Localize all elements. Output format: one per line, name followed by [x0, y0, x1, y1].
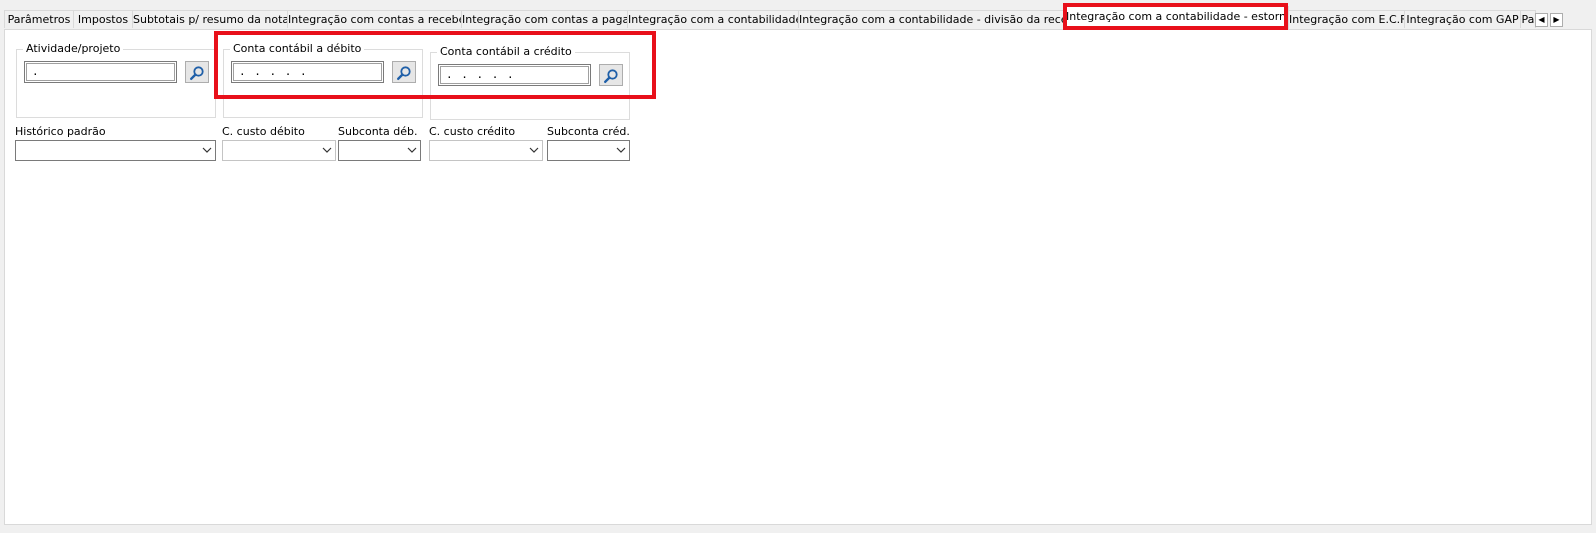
- tab-contabilidade-estorno[interactable]: Integração com a contabilidade - estorno: [1065, 6, 1289, 29]
- subconta-debito-label: Subconta déb.: [338, 125, 418, 138]
- search-icon: [397, 66, 411, 81]
- conta-credito-lookup-button[interactable]: [599, 64, 623, 86]
- atividade-legend: Atividade/projeto: [23, 42, 124, 56]
- tab-strip: Parâmetros Impostos Subtotais p/ resumo …: [4, 6, 1592, 29]
- custo-debito-label: C. custo débito: [222, 125, 305, 138]
- tab-pa[interactable]: Pa: [1520, 10, 1536, 28]
- chevron-down-icon: [616, 147, 626, 153]
- conta-debito-value: . . . . .: [233, 63, 382, 81]
- conta-credito-input[interactable]: . . . . .: [438, 64, 591, 86]
- credito-group: Conta contábil a crédito . . . . .: [430, 45, 630, 120]
- chevron-down-icon: [407, 147, 417, 153]
- custo-credito-label: C. custo crédito: [429, 125, 516, 138]
- debito-group: Conta contábil a débito . . . . .: [223, 42, 423, 118]
- search-icon: [190, 66, 204, 81]
- tab-scroll-right-button[interactable]: ▶: [1550, 13, 1563, 27]
- tab-contas-pagar[interactable]: Integração com contas a pagar: [461, 10, 628, 28]
- tab-subtotais[interactable]: Subtotais p/ resumo da nota: [132, 10, 288, 28]
- tab-contas-receber[interactable]: Integração com contas a receber: [287, 10, 462, 28]
- tab-contabilidade[interactable]: Integração com a contabilidade: [627, 10, 799, 28]
- search-icon: [604, 69, 618, 84]
- tab-gap[interactable]: Integração com GAP: [1404, 10, 1521, 28]
- chevron-down-icon: [202, 147, 212, 153]
- custo-debito-select[interactable]: [222, 140, 336, 161]
- tab-scroll-left-button[interactable]: ◀: [1535, 13, 1548, 27]
- custo-credito-select[interactable]: [429, 140, 543, 161]
- tab-impostos[interactable]: Impostos: [73, 10, 133, 28]
- subconta-debito-select[interactable]: [338, 140, 421, 161]
- historico-select[interactable]: [15, 140, 216, 161]
- tab-contabilidade-divisao[interactable]: Integração com a contabilidade - divisão…: [798, 10, 1064, 28]
- conta-debito-input[interactable]: . . . . .: [231, 61, 384, 83]
- atividade-group: Atividade/projeto .: [16, 42, 216, 118]
- tab-ecf[interactable]: Integração com E.C.F: [1288, 10, 1405, 28]
- atividade-value: .: [26, 63, 175, 81]
- estorno-panel: Atividade/projeto . Conta contábil a déb…: [4, 29, 1592, 525]
- historico-label: Histórico padrão: [15, 125, 106, 138]
- atividade-lookup-button[interactable]: [185, 61, 209, 83]
- conta-debito-lookup-button[interactable]: [392, 61, 416, 83]
- credito-legend: Conta contábil a crédito: [437, 45, 575, 59]
- chevron-down-icon: [322, 147, 332, 153]
- conta-credito-value: . . . . .: [440, 66, 589, 84]
- atividade-input[interactable]: .: [24, 61, 177, 83]
- chevron-down-icon: [529, 147, 539, 153]
- debito-legend: Conta contábil a débito: [230, 42, 365, 56]
- subconta-credito-select[interactable]: [547, 140, 630, 161]
- subconta-credito-label: Subconta créd.: [547, 125, 630, 138]
- tab-parametros[interactable]: Parâmetros: [4, 10, 74, 28]
